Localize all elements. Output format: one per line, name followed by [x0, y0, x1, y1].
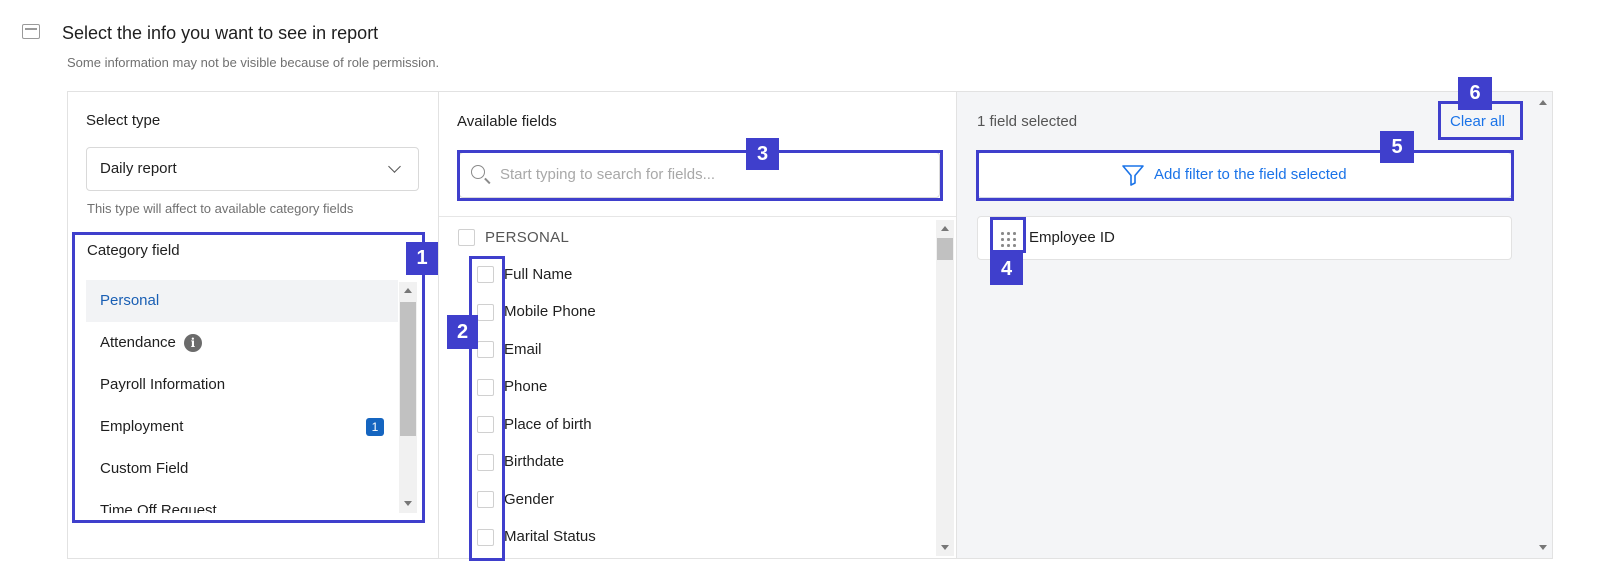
report-type-value: Daily report: [100, 160, 177, 177]
annotation-box-3: [457, 150, 943, 201]
annotation-badge-5: 5: [1380, 131, 1414, 163]
field-label: Mobile Phone: [504, 303, 596, 320]
field-label: Full Name: [504, 266, 573, 283]
field-label: Email: [504, 341, 542, 358]
scroll-down-icon[interactable]: [1539, 545, 1547, 550]
annotation-badge-3: 3: [746, 138, 779, 170]
annotation-box-4: [990, 217, 1026, 253]
annotation-badge-1: 1: [406, 242, 438, 275]
fields-scrollbar[interactable]: [936, 220, 954, 556]
annotation-badge-6: 6: [1458, 77, 1492, 110]
field-label: Gender: [504, 491, 555, 508]
annotation-badge-4: 4: [990, 253, 1023, 285]
field-label: Marital Status: [504, 528, 596, 545]
scroll-up-icon[interactable]: [1539, 100, 1547, 105]
fields-separator: [439, 216, 956, 217]
select-type-label: Select type: [86, 112, 161, 129]
field-group-label: PERSONAL: [485, 229, 570, 246]
scroll-down-icon[interactable]: [941, 545, 949, 550]
annotation-box-1: [72, 232, 425, 523]
report-icon: [22, 24, 40, 39]
field-label: Birthdate: [504, 453, 565, 470]
selected-field-label: Employee ID: [1029, 229, 1115, 246]
field-label: Place of birth: [504, 416, 592, 433]
annotation-box-5: [976, 150, 1514, 201]
annotation-badge-2: 2: [447, 315, 478, 349]
column-divider: [438, 92, 439, 558]
field-label: Phone: [504, 378, 548, 395]
page-title: Select the info you want to see in repor…: [62, 23, 379, 43]
page-subtitle: Some information may not be visible beca…: [67, 55, 440, 70]
scroll-up-icon[interactable]: [941, 226, 949, 231]
fields-scroll-thumb[interactable]: [937, 238, 953, 260]
group-select-all-checkbox[interactable]: [458, 229, 475, 246]
selected-count-text: 1 field selected: [977, 113, 1078, 130]
column-divider: [956, 92, 957, 558]
annotation-box-2: [469, 256, 505, 561]
available-fields-title: Available fields: [457, 113, 557, 130]
report-type-hint: This type will affect to available categ…: [87, 201, 354, 216]
